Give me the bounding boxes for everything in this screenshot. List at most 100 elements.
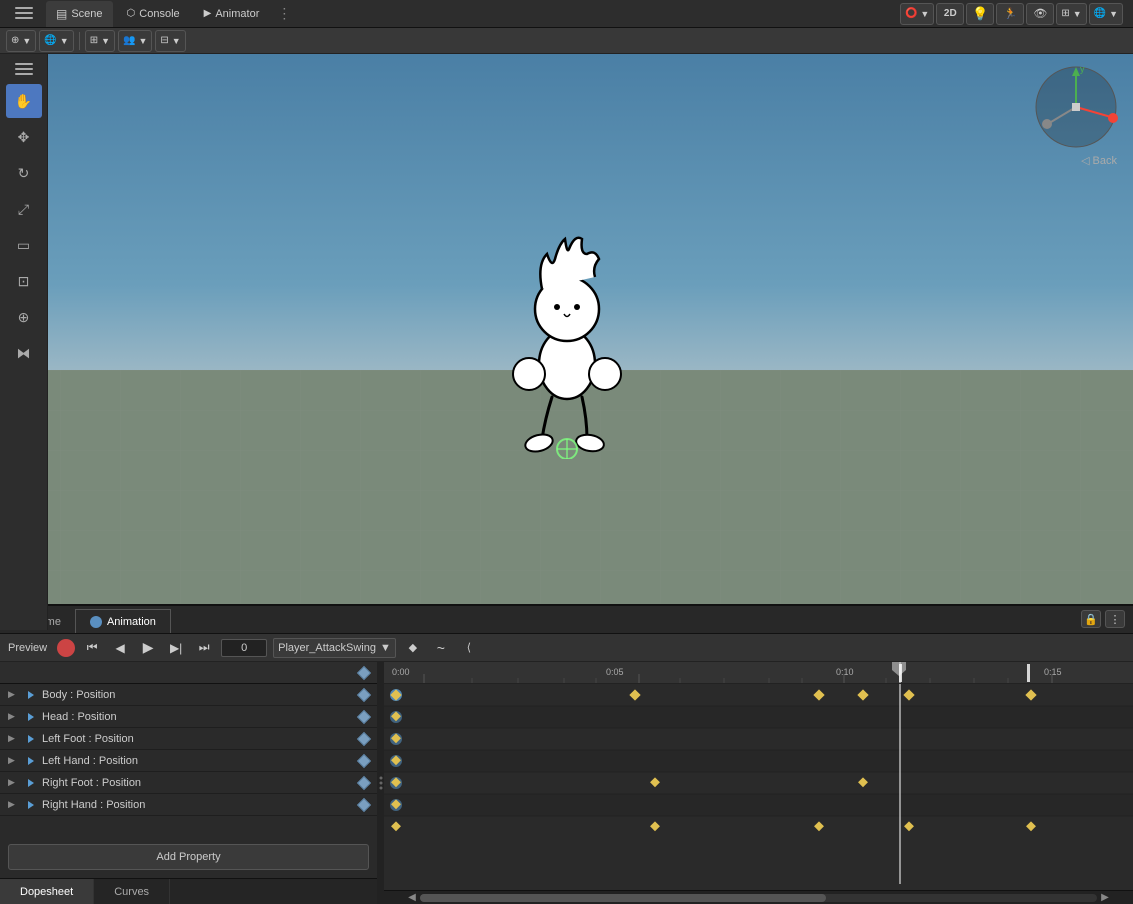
rotate-tool[interactable]: ↻ <box>6 156 42 190</box>
animator-tab-label: Animator <box>215 8 259 20</box>
hamburger-line3 <box>15 17 33 19</box>
left-tool-panel: ✋ ✥ ↻ ⤢ ▭ ⊡ ⊕ ⧓ <box>0 54 48 630</box>
tabs-overflow-icon[interactable]: ⋮ <box>277 5 291 22</box>
add-property-label: Add Property <box>156 851 220 863</box>
right-hand-pos-keyframe[interactable] <box>357 797 371 811</box>
timeline-header-row <box>0 662 377 684</box>
tab-dopesheet[interactable]: Dopesheet <box>0 879 94 904</box>
panel-more-icon[interactable]: ⋮ <box>1105 610 1125 628</box>
timeline-tracks[interactable]: .kf { fill: #e0c050; } .kf-small { fill:… <box>384 684 1133 890</box>
head-pos-keyframe[interactable] <box>357 709 371 723</box>
right-foot-pos-expand-icon[interactable]: ▶ <box>8 777 20 788</box>
scene-viewport[interactable]: ✋ ✥ ↻ ⤢ ▭ ⊡ ⊕ ⧓ <box>0 54 1133 630</box>
body-pos-expand-icon[interactable]: ▶ <box>8 689 20 700</box>
go-to-start-button[interactable]: ⏮ <box>81 638 103 658</box>
left-hand-pos-keyframe[interactable] <box>357 753 371 767</box>
custom-tool2[interactable]: ⧓ <box>6 336 42 370</box>
hand-tool[interactable]: ✋ <box>6 84 42 118</box>
tab-scene[interactable]: ▤ Scene <box>46 1 113 27</box>
clip-arrow-icon: ▼ <box>380 642 391 654</box>
scene-tab-icon: ▤ <box>56 7 67 21</box>
head-pos-expand-icon[interactable]: ▶ <box>8 711 20 722</box>
2d-button[interactable]: 2D <box>936 3 964 25</box>
prop-row-left-hand-position[interactable]: ▶ Left Hand : Position <box>0 750 377 772</box>
scale-tool[interactable]: ⤢ <box>6 192 42 226</box>
grid-dropdown[interactable]: ⊟▼ <box>155 30 185 52</box>
gizmo-svg: y <box>1031 62 1121 152</box>
scroll-left-arrow[interactable]: ◀ <box>404 891 420 904</box>
property-list: ▶ Body : Position ▶ Head : Position ▶ Le… <box>0 662 377 836</box>
snap-dropdown[interactable]: ⊞▼ <box>85 30 115 52</box>
tab-animation[interactable]: Animation <box>75 609 171 633</box>
back-arrow-icon: ◁ <box>1081 154 1089 167</box>
add-keyframe-button[interactable]: ◆ <box>402 638 424 658</box>
record-button[interactable] <box>57 639 75 657</box>
hamburger-line1 <box>15 7 33 9</box>
left-hand-pos-expand-icon[interactable]: ▶ <box>8 755 20 766</box>
scrollbar-thumb[interactable] <box>420 894 826 902</box>
hamburger-menu[interactable] <box>6 2 42 24</box>
body-pos-keyframe[interactable] <box>357 687 371 701</box>
custom-tool1[interactable]: ⊕ <box>6 300 42 334</box>
svg-text:0:15: 0:15 <box>1044 667 1062 677</box>
ruler-svg: 0:00 0:05 0:10 0:15 <box>384 662 1133 684</box>
animator-tab-icon: ▶ <box>204 8 212 19</box>
timeline-area[interactable]: 0:00 0:05 0:10 0:15 <box>384 662 1133 904</box>
tab-animator[interactable]: ▶ Animator <box>194 1 270 27</box>
frame-input[interactable] <box>221 639 267 657</box>
display-mode-dropdown[interactable]: ⭕▼ <box>900 3 934 25</box>
right-foot-pos-keyframe[interactable] <box>357 775 371 789</box>
timeline-scrollbar[interactable]: ◀ ▶ <box>384 890 1133 904</box>
animation-controls: Preview ⏮ ◀ ▶ ▶| ⏭ Player_AttackSwing ▼ … <box>0 634 1133 662</box>
console-tab-label: Console <box>139 8 179 20</box>
scrollbar-track[interactable] <box>420 894 1097 902</box>
scene-orientation-gizmo[interactable]: y <box>1031 62 1121 152</box>
lighting-button[interactable]: 💡 <box>966 3 994 25</box>
scene-tab-label: Scene <box>71 8 102 20</box>
audio-button[interactable]: 🏃 <box>996 3 1024 25</box>
prev-frame-button[interactable]: ◀ <box>109 638 131 658</box>
scene-hamburger[interactable] <box>6 58 42 80</box>
panel-lock-icon[interactable]: 🔒 <box>1081 610 1101 628</box>
rect-tool[interactable]: ▭ <box>6 228 42 262</box>
header-keyframe-diamond[interactable] <box>357 665 371 679</box>
back-button[interactable]: ◁ Back <box>1081 154 1117 167</box>
right-foot-pos-tri-icon <box>24 776 38 790</box>
next-frame-button[interactable]: ▶| <box>165 638 187 658</box>
layers-dropdown[interactable]: 🌐▼ <box>1089 3 1123 25</box>
timeline-ruler[interactable]: 0:00 0:05 0:10 0:15 <box>384 662 1133 684</box>
visibility-button[interactable]: 👁 <box>1026 3 1054 25</box>
left-hand-pos-label: Left Hand : Position <box>42 755 355 767</box>
clip-dropdown[interactable]: Player_AttackSwing ▼ <box>273 638 396 658</box>
prop-row-right-foot-position[interactable]: ▶ Right Foot : Position <box>0 772 377 794</box>
back-label: Back <box>1093 155 1117 167</box>
tab-console[interactable]: ⬡ Console <box>117 1 190 27</box>
prop-row-body-position[interactable]: ▶ Body : Position <box>0 684 377 706</box>
bottom-tabs: Dopesheet Curves <box>0 878 377 904</box>
panel-right-icons: 🔒 ⋮ <box>1081 610 1125 628</box>
prop-row-right-hand-position[interactable]: ▶ Right Hand : Position <box>0 794 377 816</box>
left-foot-pos-label: Left Foot : Position <box>42 733 355 745</box>
left-foot-pos-expand-icon[interactable]: ▶ <box>8 733 20 744</box>
animation-curve-button[interactable]: ~ <box>430 638 452 658</box>
panel-tab-bar: Game Animation 🔒 ⋮ <box>0 606 1133 634</box>
gizmo-dropdown[interactable]: ⊞▼ <box>1056 3 1086 25</box>
collapse-panel-button[interactable]: ⟨ <box>458 638 480 658</box>
transform-tool[interactable]: ⊡ <box>6 264 42 298</box>
prop-row-left-foot-position[interactable]: ▶ Left Foot : Position <box>0 728 377 750</box>
scroll-right-arrow[interactable]: ▶ <box>1097 891 1113 904</box>
left-foot-pos-tri-icon <box>24 732 38 746</box>
prop-row-head-position[interactable]: ▶ Head : Position <box>0 706 377 728</box>
left-foot-pos-keyframe[interactable] <box>357 731 371 745</box>
second-toolbar: ⊕▼ 🌐▼ ⊞▼ 👥▼ ⊟▼ <box>0 28 1133 54</box>
right-hand-pos-expand-icon[interactable]: ▶ <box>8 799 20 810</box>
tab-curves[interactable]: Curves <box>94 879 170 904</box>
play-button[interactable]: ▶ <box>137 638 159 658</box>
collab-dropdown[interactable]: 👥▼ <box>118 30 152 52</box>
transform-handle-dropdown[interactable]: ⊕▼ <box>6 30 36 52</box>
head-pos-tri-icon <box>24 710 38 724</box>
pivot-dropdown[interactable]: 🌐▼ <box>39 30 73 52</box>
add-property-button[interactable]: Add Property <box>8 844 369 870</box>
go-to-end-button[interactable]: ⏭ <box>193 638 215 658</box>
move-tool[interactable]: ✥ <box>6 120 42 154</box>
